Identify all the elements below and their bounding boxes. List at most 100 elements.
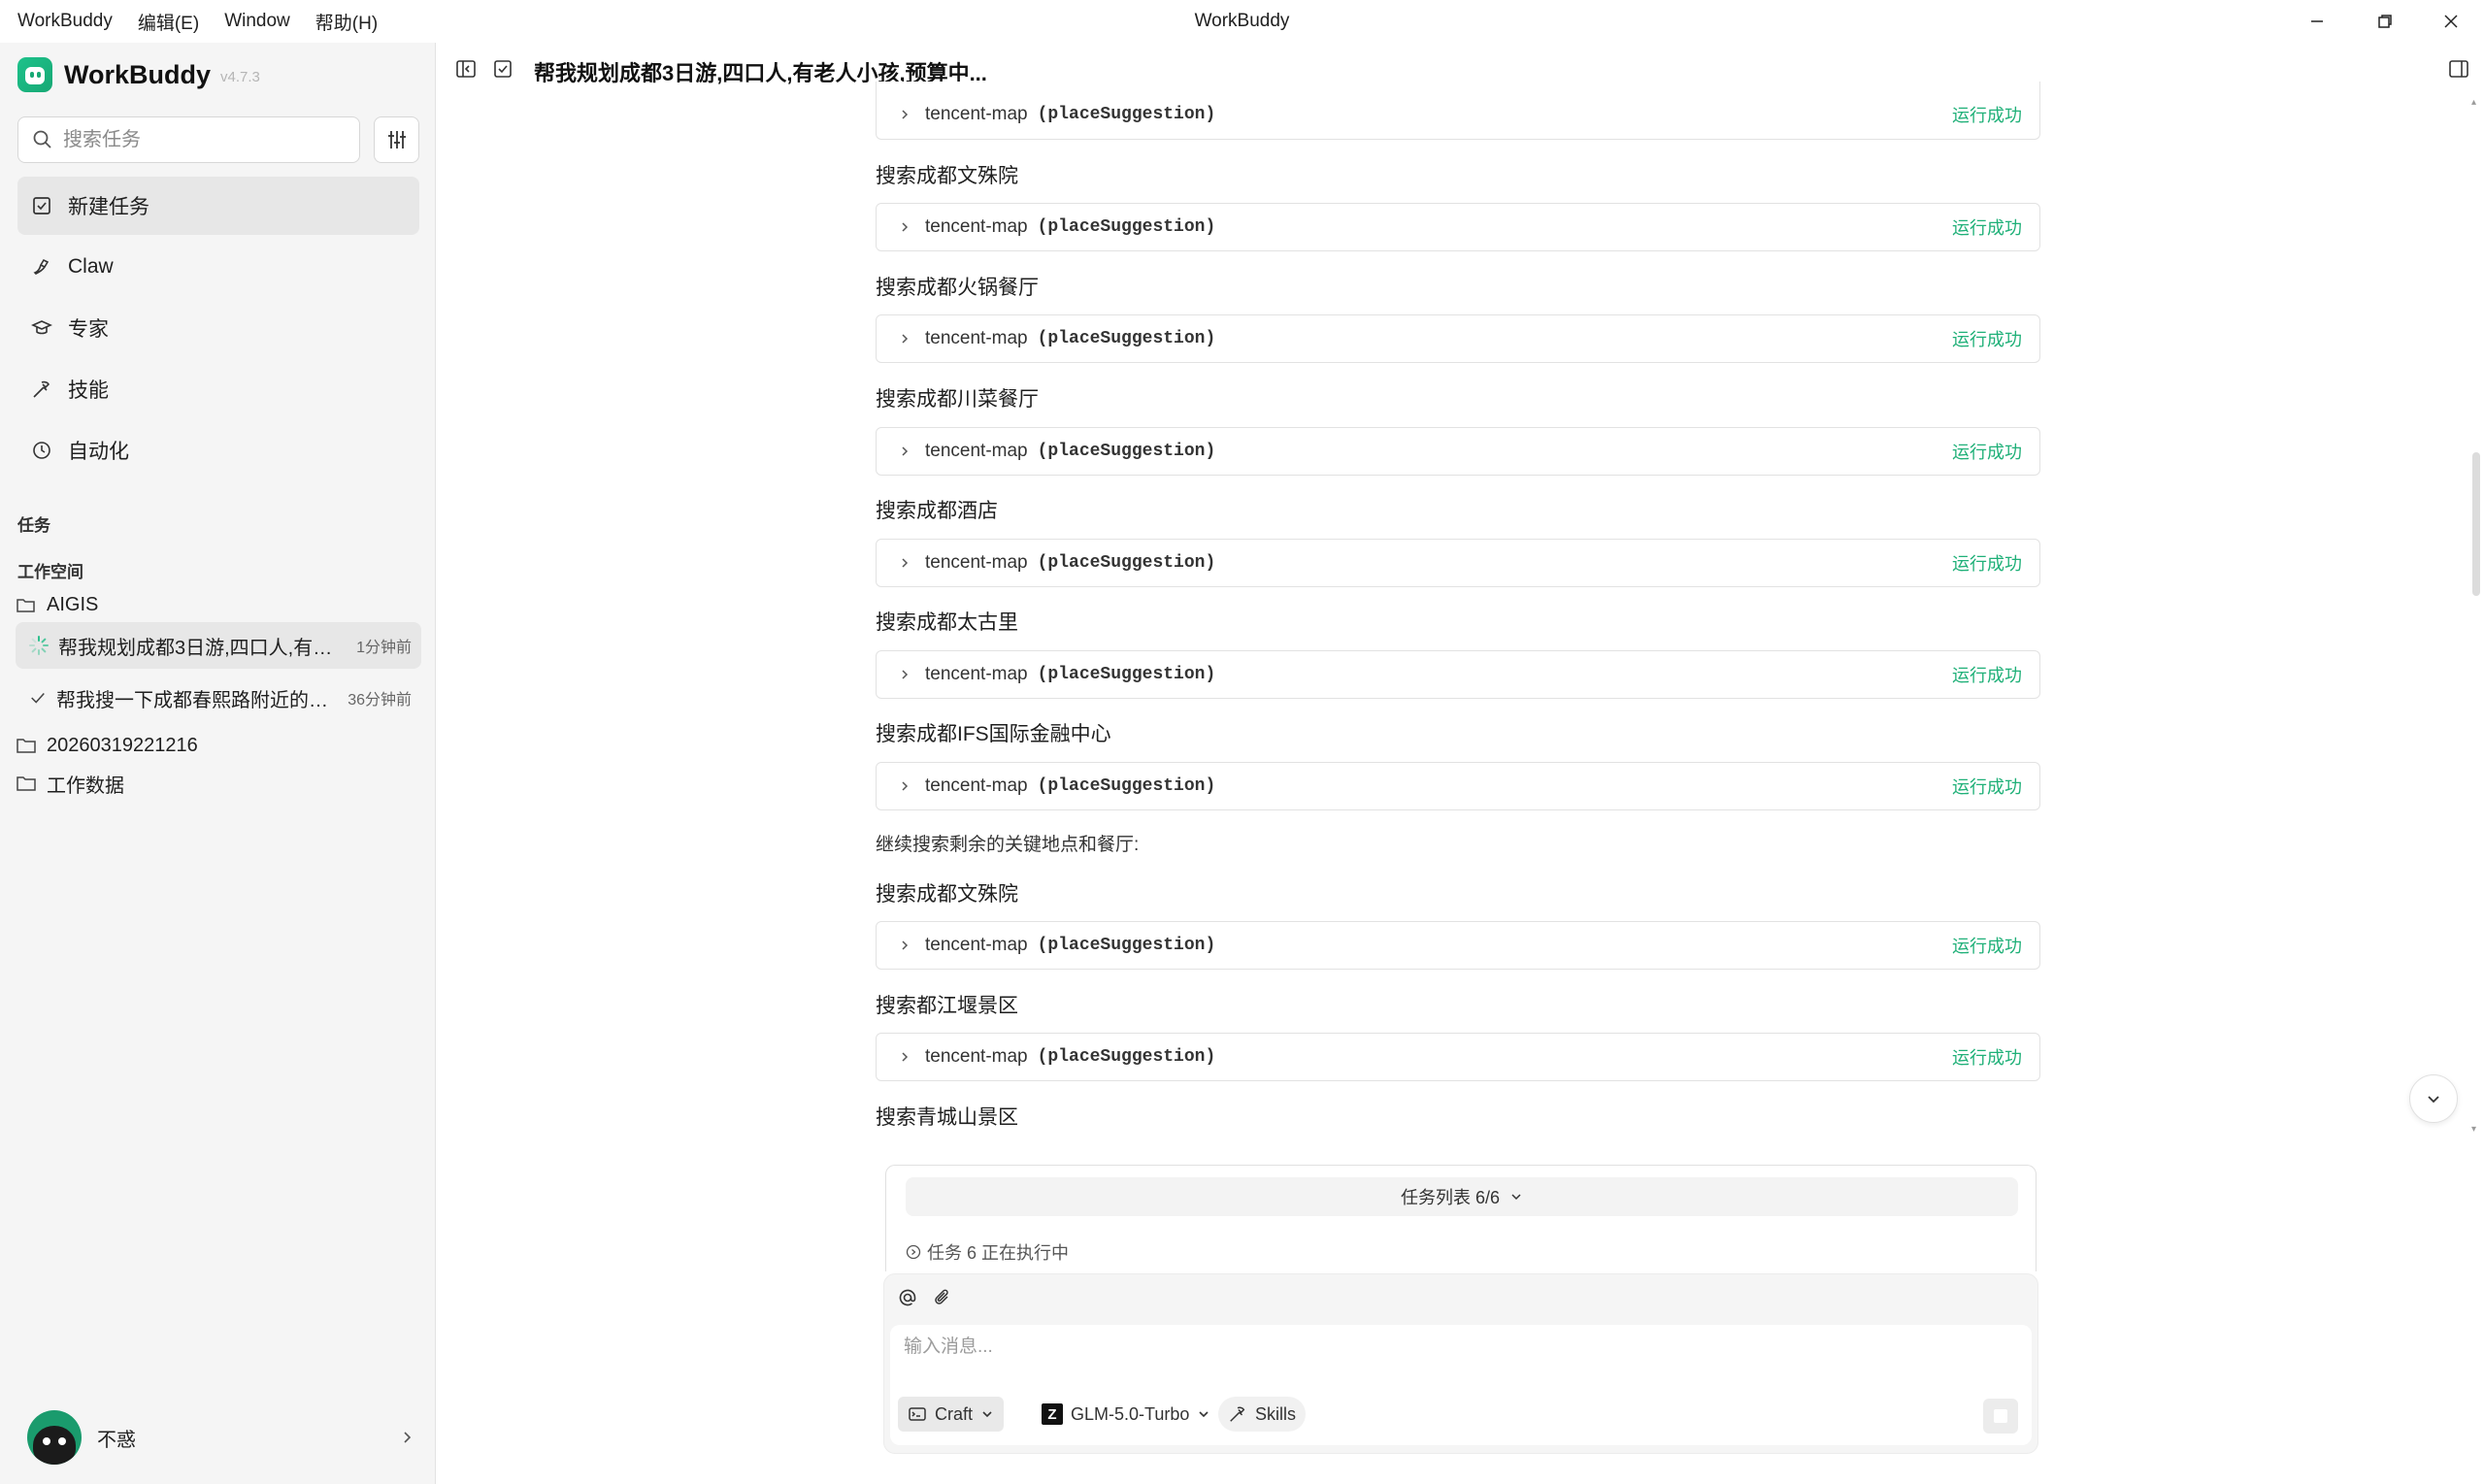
task-item-chengdu-trip[interactable]: 帮我规划成都3日游,四口人,有老人小孩,预算中... 1分钟前 xyxy=(16,622,421,669)
scrollbar-thumb[interactable] xyxy=(2472,452,2480,596)
status-success: 运行成功 xyxy=(1952,1048,2022,1068)
folder-aigis[interactable]: AIGIS xyxy=(16,588,98,621)
skills-icon xyxy=(1230,1406,1245,1422)
user-name: 不惑 xyxy=(97,1429,136,1451)
minimize-button[interactable] xyxy=(2283,0,2351,43)
tool-name: tencent-map xyxy=(925,216,1028,237)
avatar xyxy=(27,1410,82,1465)
tool-call-card[interactable]: tencent-map (placeSuggestion) 运行成功 xyxy=(876,427,2040,476)
task-title: 帮我搜一下成都春熙路附近的美食 xyxy=(56,689,335,711)
app-version: v4.7.3 xyxy=(220,68,260,85)
status-success: 运行成功 xyxy=(1952,330,2022,349)
step-label: 搜索都江堰景区 xyxy=(876,995,1018,1017)
tool-function: (placeSuggestion) xyxy=(1037,776,1216,796)
mention-icon[interactable] xyxy=(898,1288,917,1307)
folder-open-icon xyxy=(17,599,35,612)
nav-item-skills[interactable]: 技能 xyxy=(17,360,419,418)
scroll-up-arrow[interactable]: ▴ xyxy=(2471,97,2476,108)
model-label: GLM-5.0-Turbo xyxy=(1071,1403,1190,1424)
sidebar: WorkBuddy v4.7.3 新建任务 Claw 专家 技能 自动化 任务 xyxy=(0,43,436,1484)
collapse-sidebar-icon[interactable] xyxy=(454,57,478,81)
stop-button[interactable] xyxy=(1983,1399,2018,1434)
menu-edit[interactable]: 编辑(E) xyxy=(138,9,199,35)
mode-selector[interactable]: Craft xyxy=(898,1397,1005,1432)
status-success: 运行成功 xyxy=(1952,105,2022,125)
tool-name: tencent-map xyxy=(925,775,1028,796)
skills-label: Skills xyxy=(1255,1403,1297,1424)
status-success: 运行成功 xyxy=(1952,443,2022,462)
tool-call-card[interactable]: tencent-map (placeSuggestion) 运行成功 xyxy=(876,762,2040,810)
filter-button[interactable] xyxy=(374,116,419,163)
folder-label: 20260319221216 xyxy=(47,734,198,756)
status-success: 运行成功 xyxy=(1952,937,2022,956)
running-icon xyxy=(906,1244,921,1260)
nav-item-new-task[interactable]: 新建任务 xyxy=(17,177,419,235)
task-list-toggle[interactable]: 任务列表 6/6 xyxy=(906,1177,2018,1216)
tool-call-card[interactable]: tencent-map (placeSuggestion) 运行成功 xyxy=(876,314,2040,363)
tool-name: tencent-map xyxy=(925,552,1028,573)
task-time: 36分钟前 xyxy=(348,692,412,709)
chevron-right-icon xyxy=(902,670,909,679)
tool-call-card[interactable]: tencent-map (placeSuggestion) 运行成功 xyxy=(876,1033,2040,1081)
status-success: 运行成功 xyxy=(1952,666,2022,685)
task-status: 任务 6 正在执行中 xyxy=(906,1239,1069,1265)
chevron-down-icon xyxy=(2428,1096,2439,1104)
minimize-icon xyxy=(2311,20,2323,22)
message-box: Craft Z GLM-5.0-Turbo Skills xyxy=(883,1273,2038,1454)
assistant-note: 继续搜索剩余的关键地点和餐厅: xyxy=(876,835,1140,855)
task-time: 1分钟前 xyxy=(356,640,412,656)
tool-call-card[interactable]: tencent-map (placeSuggestion) 运行成功 xyxy=(876,203,2040,251)
attach-row xyxy=(898,1288,968,1307)
close-button[interactable] xyxy=(2417,0,2484,43)
zhipu-logo-icon: Z xyxy=(1042,1403,1063,1425)
toggle-panel-icon[interactable] xyxy=(2447,57,2470,81)
search-input[interactable] xyxy=(63,128,335,151)
task-title: 帮我规划成都3日游,四口人,有老人小孩,预算中... xyxy=(58,637,343,659)
chevron-right-icon xyxy=(902,109,909,119)
paperclip-icon[interactable] xyxy=(933,1288,952,1307)
terminal-icon xyxy=(909,1407,926,1421)
folder-icon xyxy=(17,776,36,791)
brand: WorkBuddy v4.7.3 xyxy=(17,53,260,96)
mode-label: Craft xyxy=(935,1403,974,1424)
chevron-right-icon xyxy=(902,558,909,568)
step-label: 搜索成都太古里 xyxy=(876,611,1018,634)
skills-button[interactable]: Skills xyxy=(1218,1397,1307,1432)
tool-call-card[interactable]: tencent-map (placeSuggestion) 运行成功 xyxy=(876,921,2040,970)
nav-label: 技能 xyxy=(68,379,109,402)
scroll-to-bottom-button[interactable] xyxy=(2409,1074,2458,1123)
title-bar: WorkBuddy 编辑(E) Window 帮助(H) WorkBuddy xyxy=(0,0,2484,43)
message-input[interactable] xyxy=(904,1336,1971,1358)
check-icon xyxy=(31,692,45,704)
status-success: 运行成功 xyxy=(1952,554,2022,574)
scroll-down-arrow[interactable]: ▾ xyxy=(2471,1124,2476,1135)
tool-name: tencent-map xyxy=(925,328,1028,348)
model-selector[interactable]: Z GLM-5.0-Turbo xyxy=(1032,1397,1220,1432)
folder-work-data[interactable]: 工作数据 xyxy=(16,767,124,800)
nav-label: 专家 xyxy=(68,318,109,341)
stop-icon xyxy=(1994,1409,2007,1423)
tool-call-card[interactable]: tencent-map (placeSuggestion) 运行成功 xyxy=(876,82,2040,140)
menu-workbuddy[interactable]: WorkBuddy xyxy=(17,11,113,32)
close-icon xyxy=(2444,15,2458,28)
tool-function: (placeSuggestion) xyxy=(1037,553,1216,573)
task-item-chunxi-food[interactable]: 帮我搜一下成都春熙路附近的美食 36分钟前 xyxy=(16,675,421,721)
step-label: 搜索成都IFS国际金融中心 xyxy=(876,723,1111,745)
task-search-box[interactable] xyxy=(17,116,360,163)
folder-20260319221216[interactable]: 20260319221216 xyxy=(16,729,198,762)
tool-call-card[interactable]: tencent-map (placeSuggestion) 运行成功 xyxy=(876,539,2040,587)
nav-item-automation[interactable]: 自动化 xyxy=(17,421,419,479)
nav-item-claw[interactable]: Claw xyxy=(17,238,419,296)
restore-button[interactable] xyxy=(2351,0,2419,43)
user-profile[interactable]: 不惑 xyxy=(27,1406,415,1468)
task-list-panel: 任务列表 6/6 任务 6 正在执行中 xyxy=(885,1165,2037,1271)
nav-label: 新建任务 xyxy=(68,196,149,218)
nav-item-expert[interactable]: 专家 xyxy=(17,299,419,357)
task-list-label: 任务列表 6/6 xyxy=(1400,1188,1501,1207)
menu-help[interactable]: 帮助(H) xyxy=(315,9,378,35)
task-check-icon[interactable] xyxy=(491,57,514,81)
tool-function: (placeSuggestion) xyxy=(1037,217,1216,237)
menu-window[interactable]: Window xyxy=(224,11,290,32)
tool-call-card[interactable]: tencent-map (placeSuggestion) 运行成功 xyxy=(876,650,2040,699)
folder-icon xyxy=(17,739,36,753)
